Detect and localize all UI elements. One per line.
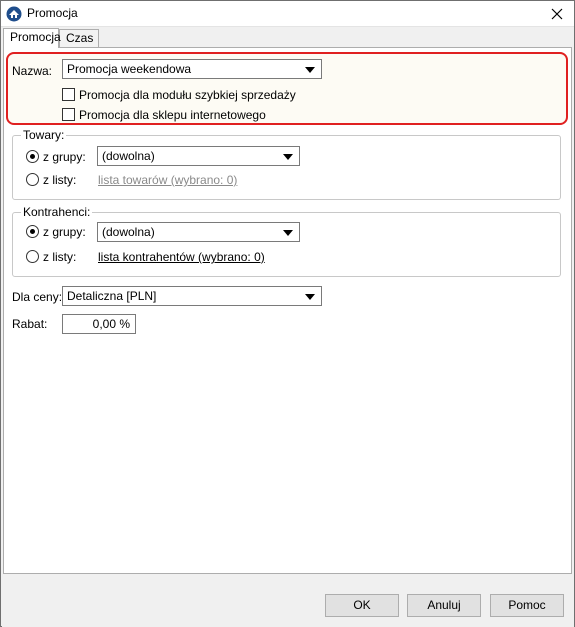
nazwa-label: Nazwa: [12, 64, 53, 78]
chevron-down-icon [283, 154, 293, 160]
dialog-window: Promocja Promocja Czas Nazwa: Promocja w… [0, 0, 575, 627]
checkbox-sklep-internetowy-label[interactable]: Promocja dla sklepu internetowego [79, 108, 266, 122]
towary-group-title: Towary: [21, 128, 67, 142]
kontrahenci-grupa-value: (dowolna) [102, 225, 155, 239]
chevron-down-icon [305, 294, 315, 300]
towary-radio-z-grupy[interactable] [26, 150, 39, 163]
checkbox-sklep-internetowy[interactable] [62, 108, 75, 121]
towary-z-grupy-label[interactable]: z grupy: [43, 150, 86, 164]
tab-promocja[interactable]: Promocja [3, 28, 61, 48]
rabat-value: 0,00 % [92, 317, 130, 331]
kontrahenci-group-title: Kontrahenci: [21, 205, 93, 219]
dialog-footer [2, 575, 574, 627]
chevron-down-icon [305, 67, 315, 73]
kontrahenci-z-grupy-label[interactable]: z grupy: [43, 225, 86, 239]
kontrahenci-grupa-combobox[interactable]: (dowolna) [97, 222, 300, 242]
chevron-down-icon [283, 230, 293, 236]
cena-combobox[interactable]: Detaliczna [PLN] [62, 286, 322, 306]
towary-group [12, 135, 561, 200]
towary-z-listy-label[interactable]: z listy: [43, 173, 76, 187]
window-title: Promocja [27, 6, 78, 20]
nazwa-value: Promocja weekendowa [67, 62, 192, 76]
close-icon[interactable] [546, 3, 568, 25]
help-button[interactable]: Pomoc [490, 594, 564, 617]
checkbox-szybka-sprzedaz[interactable] [62, 88, 75, 101]
rabat-input[interactable]: 0,00 % [62, 314, 136, 334]
tab-panel [3, 47, 572, 574]
cena-value: Detaliczna [PLN] [67, 289, 157, 303]
kontrahenci-lista-link[interactable]: lista kontrahentów (wybrano: 0) [98, 250, 265, 264]
kontrahenci-radio-z-listy[interactable] [26, 250, 39, 263]
towary-grupa-combobox[interactable]: (dowolna) [97, 146, 300, 166]
ok-button[interactable]: OK [325, 594, 399, 617]
title-bar: Promocja [1, 1, 574, 27]
towary-radio-z-listy[interactable] [26, 173, 39, 186]
kontrahenci-radio-z-grupy[interactable] [26, 225, 39, 238]
app-icon [6, 6, 22, 22]
towary-grupa-value: (dowolna) [102, 149, 155, 163]
tab-czas[interactable]: Czas [59, 29, 99, 47]
rabat-label: Rabat: [12, 317, 48, 331]
kontrahenci-z-listy-label[interactable]: z listy: [43, 250, 76, 264]
towary-lista-link[interactable]: lista towarów (wybrano: 0) [98, 173, 237, 187]
cena-label: Dla ceny: [12, 290, 63, 304]
cancel-button[interactable]: Anuluj [407, 594, 481, 617]
nazwa-combobox[interactable]: Promocja weekendowa [62, 59, 322, 79]
checkbox-szybka-sprzedaz-label[interactable]: Promocja dla modułu szybkiej sprzedaży [79, 88, 296, 102]
